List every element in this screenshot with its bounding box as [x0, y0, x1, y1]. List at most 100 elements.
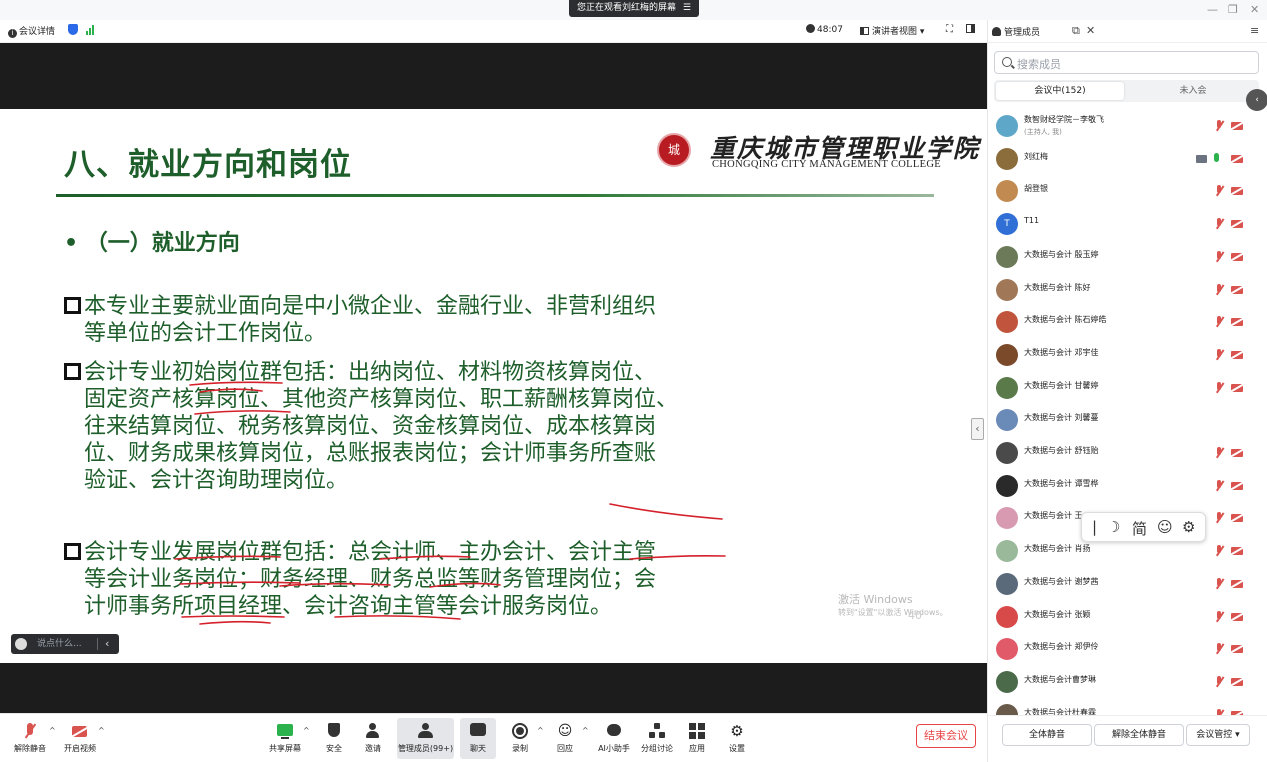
camera-off-icon[interactable] — [1231, 154, 1243, 163]
meeting-control-dropdown[interactable]: 会议管控 ▾ — [1186, 724, 1250, 746]
participant-row[interactable]: 大数据与会计 陈好 — [988, 276, 1267, 308]
participant-row[interactable]: 大数据与会计 舒钰贻 — [988, 439, 1267, 471]
fullscreen-icon[interactable]: ⛶ — [946, 24, 953, 35]
signal-icon[interactable] — [86, 24, 95, 35]
mic-muted-icon[interactable] — [1214, 250, 1224, 263]
participant-row[interactable]: 大数据与会计杜春霖 — [988, 701, 1267, 715]
video-off-icon — [71, 722, 89, 740]
mic-muted-icon[interactable] — [1214, 610, 1224, 623]
mic-muted-icon[interactable] — [1214, 283, 1224, 296]
participant-row[interactable]: 大数据与会计曹梦琳 — [988, 668, 1267, 700]
tab-not-joined[interactable]: 未入会 — [1129, 82, 1257, 100]
mic-muted-icon[interactable] — [1214, 185, 1224, 197]
camera-off-icon[interactable] — [1231, 252, 1243, 261]
settings-label: 设置 — [729, 744, 745, 753]
members-tabs: 会议中(152) 未入会 — [994, 80, 1259, 102]
mic-muted-icon[interactable] — [1214, 120, 1224, 132]
meeting-info-label: 会议详情 — [19, 27, 56, 37]
camera-off-icon[interactable] — [1231, 318, 1243, 327]
participant-row[interactable]: T T11 — [988, 210, 1267, 242]
security-shield-icon[interactable] — [68, 24, 78, 36]
chevron-left-icon[interactable]: ‹ — [105, 634, 109, 654]
members-panel-footer: 全体静音 解除全体静音 会议管控 ▾ — [988, 715, 1267, 762]
camera-off-icon[interactable] — [1231, 350, 1243, 359]
quick-chat-input[interactable]: 说点什么... ‹ — [11, 634, 119, 654]
mic-muted-icon[interactable] — [1214, 447, 1224, 459]
tab-in-meeting[interactable]: 会议中(152) — [996, 82, 1124, 100]
camera-off-icon[interactable] — [1231, 220, 1243, 229]
mic-muted-icon[interactable] — [1214, 348, 1224, 361]
restore-icon[interactable]: ❐ — [1228, 3, 1238, 16]
moon-icon[interactable]: ☽ — [1107, 518, 1120, 536]
chat-placeholder: 说点什么... — [37, 639, 82, 649]
participant-row[interactable]: 数智财经学院－李敬飞 (主持人, 我) — [988, 112, 1267, 144]
gear-icon[interactable]: ⚙ — [1182, 518, 1195, 536]
participant-row[interactable]: 大数据与会计 谭雪桦 — [988, 472, 1267, 504]
mute-all-button[interactable]: 全体静音 — [1002, 724, 1092, 746]
participant-name: 大数据与会计 郑伊伶 — [1024, 642, 1099, 652]
mic-on-icon[interactable] — [1214, 152, 1219, 162]
camera-off-icon[interactable] — [1231, 579, 1243, 588]
camera-off-icon[interactable] — [1231, 187, 1243, 196]
participant-row[interactable]: 大数据与会计 谢梦茜 — [988, 570, 1267, 602]
ime-floating-toolbar[interactable]: | ☽ 简 ☺ ⚙ — [1081, 512, 1206, 542]
participant-name: 大数据与会计 王 — [1024, 511, 1083, 521]
chevron-left-icon[interactable]: ‹ — [1246, 89, 1267, 111]
checkbox-bullet-icon — [64, 543, 81, 560]
participant-row[interactable]: 刘红梅 — [988, 145, 1267, 177]
participant-name: 大数据与会计 肖扬 — [1024, 544, 1091, 554]
camera-off-icon[interactable] — [1231, 449, 1243, 457]
participant-row[interactable]: 大数据与会计 邓宇佳 — [988, 341, 1267, 373]
participant-row[interactable]: 大数据与会计 张颖 — [988, 603, 1267, 635]
collapse-panel-button[interactable]: ‹ — [971, 418, 984, 440]
emoji-icon[interactable]: ☺ — [1157, 518, 1173, 536]
close-icon[interactable]: ✕ — [1250, 3, 1259, 16]
camera-off-icon[interactable] — [1231, 645, 1243, 654]
manage-members-button[interactable]: 管理成员(99+) — [397, 718, 454, 759]
members-panel: 管理成员 ⧉ ✕ ≡ 搜索成员 会议中(152) 未入会 ‹ 数智财经学院－李敬… — [987, 20, 1267, 762]
mic-muted-icon[interactable] — [1214, 316, 1224, 328]
mic-muted-icon[interactable] — [1214, 479, 1224, 492]
camera-off-icon[interactable] — [1231, 612, 1243, 621]
p2-line4: 位、财务成果核算岗位，总账报表岗位；会计师事务所查账 — [84, 441, 657, 466]
end-meeting-button[interactable]: 结束会议 — [916, 724, 976, 748]
mic-muted-icon[interactable] — [1214, 545, 1224, 557]
mic-muted-icon[interactable] — [1214, 381, 1224, 394]
close-panel-icon[interactable]: ✕ — [1086, 24, 1095, 37]
mic-muted-icon[interactable] — [1214, 675, 1224, 688]
mic-muted-icon[interactable] — [1214, 643, 1224, 655]
chat-button[interactable]: 聊天 — [460, 718, 496, 759]
minimize-icon[interactable]: — — [1207, 3, 1218, 16]
hamburger-icon[interactable]: ≡ — [1250, 24, 1259, 37]
participant-row[interactable]: 大数据与会计 殷玉婷 — [988, 243, 1267, 275]
popout-icon[interactable]: ⧉ — [1072, 24, 1080, 38]
participant-row[interactable]: 胡登银 — [988, 177, 1267, 209]
camera-off-icon[interactable] — [1231, 677, 1243, 686]
participant-row[interactable]: 大数据与会计 刘馨蔓 — [988, 406, 1267, 438]
meeting-info-button[interactable]: i 会议详情 — [8, 24, 55, 38]
camera-off-icon[interactable] — [1231, 122, 1243, 130]
camera-off-icon[interactable] — [1231, 547, 1243, 556]
camera-off-icon[interactable] — [1231, 481, 1243, 490]
participant-row[interactable]: 大数据与会计 甘馨婷 — [988, 374, 1267, 406]
menu-icon[interactable]: ☰ — [683, 3, 691, 13]
mic-muted-icon[interactable] — [1214, 512, 1224, 524]
mic-muted-icon[interactable] — [1214, 577, 1224, 590]
search-members-input[interactable]: 搜索成员 — [994, 51, 1259, 74]
simplified-toggle[interactable]: 简 — [1132, 518, 1147, 539]
view-mode-dropdown[interactable]: 演讲者视图 ▾ — [860, 24, 924, 37]
participant-row[interactable]: 大数据与会计 郑伊伶 — [988, 635, 1267, 667]
camera-off-icon[interactable] — [1231, 514, 1243, 523]
participant-row[interactable]: 大数据与会计 陈石婷皓 — [988, 308, 1267, 340]
ai-assistant-icon — [605, 722, 623, 740]
mic-muted-icon[interactable] — [1214, 218, 1224, 230]
unmute-all-button[interactable]: 解除全体静音 — [1094, 724, 1184, 746]
sidebar-toggle-icon[interactable] — [966, 24, 975, 36]
chevron-up-icon[interactable]: ^ — [98, 726, 105, 735]
settings-button[interactable]: ⚙ 设置 — [711, 722, 763, 754]
screen-share-banner[interactable]: 您正在观看刘红梅的屏幕 ☰ — [569, 0, 699, 17]
invite-button[interactable]: 邀请 — [347, 722, 399, 754]
emoji-icon[interactable] — [15, 638, 27, 650]
camera-off-icon[interactable] — [1231, 383, 1243, 392]
camera-off-icon[interactable] — [1231, 285, 1243, 294]
